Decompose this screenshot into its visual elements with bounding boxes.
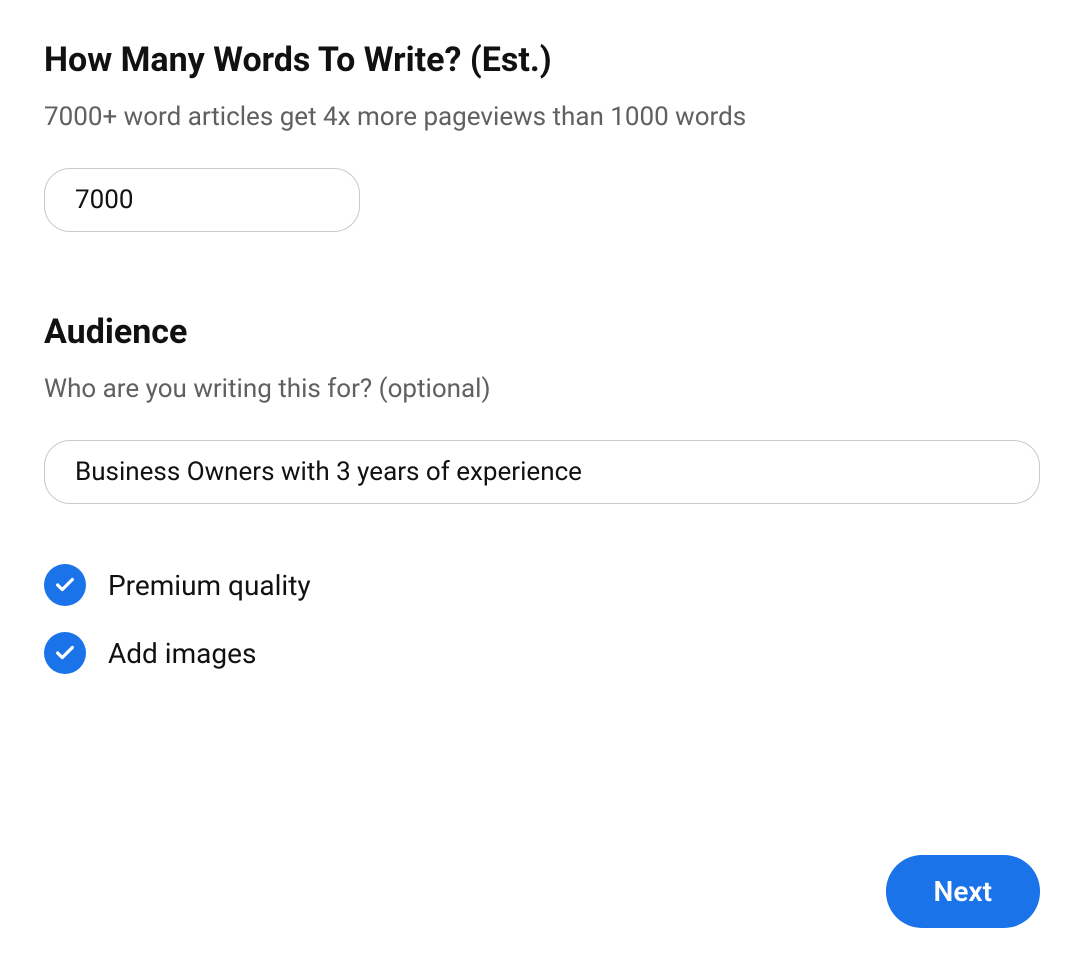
next-button[interactable]: Next (886, 855, 1040, 928)
add-images-label: Add images (108, 637, 256, 670)
audience-title: Audience (44, 312, 1040, 352)
check-icon (54, 642, 76, 664)
audience-input[interactable] (44, 440, 1040, 504)
words-section: How Many Words To Write? (Est.) 7000+ wo… (44, 40, 1040, 232)
premium-quality-row: Premium quality (44, 564, 1040, 606)
words-input[interactable] (44, 168, 360, 232)
audience-subtitle: Who are you writing this for? (optional) (44, 374, 1040, 404)
premium-quality-label: Premium quality (108, 569, 311, 602)
checkbox-group: Premium quality Add images (44, 564, 1040, 674)
check-icon (54, 574, 76, 596)
words-title: How Many Words To Write? (Est.) (44, 40, 1040, 80)
premium-quality-checkbox[interactable] (44, 564, 86, 606)
audience-section: Audience Who are you writing this for? (… (44, 312, 1040, 674)
words-subtitle: 7000+ word articles get 4x more pageview… (44, 102, 1040, 132)
add-images-row: Add images (44, 632, 1040, 674)
add-images-checkbox[interactable] (44, 632, 86, 674)
